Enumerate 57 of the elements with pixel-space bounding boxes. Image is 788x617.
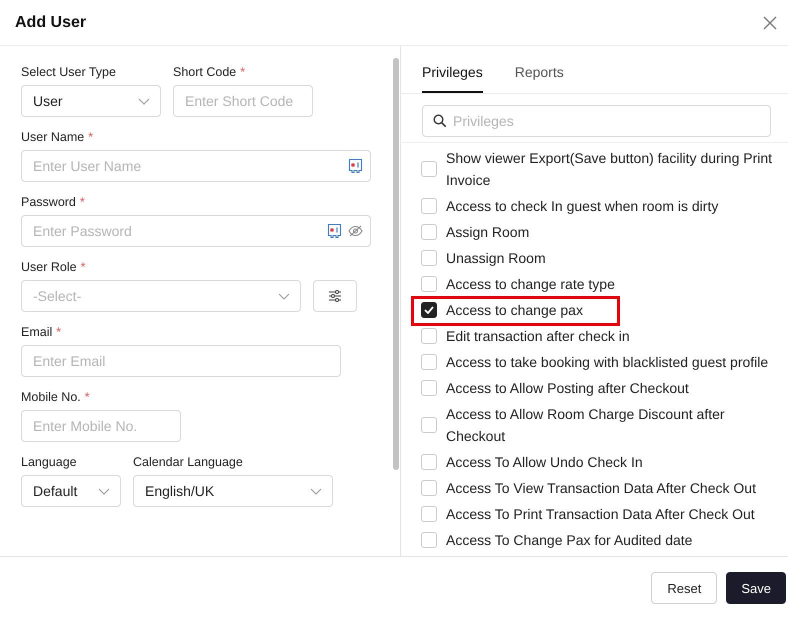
keyboard-icon[interactable]: [348, 158, 363, 174]
chevron-down-icon: [278, 292, 290, 300]
short-code-field[interactable]: Enter Short Code: [173, 85, 313, 117]
required-mark: *: [80, 195, 85, 209]
privilege-label: Assign Room: [446, 223, 530, 242]
field-label: Email: [21, 325, 52, 339]
sliders-icon: [328, 289, 342, 303]
checkbox[interactable]: [421, 302, 437, 318]
privilege-label: Access to take booking with blacklisted guest profile: [446, 353, 768, 372]
chevron-down-icon: [138, 98, 150, 104]
privilege-label: Access to change rate type: [446, 275, 615, 294]
field-label: Calendar Language: [133, 455, 243, 469]
field-label: Language: [21, 455, 77, 469]
privilege-label: Access To Print Transaction Data After Check Out: [446, 505, 755, 524]
scrollbar[interactable]: [392, 46, 401, 556]
privilege-label: Show viewer Export(Save button) facility during Print Invoice: [446, 149, 774, 190]
privilege-label: Access To Change Pax for Audited date: [446, 531, 692, 550]
privilege-label: Access to Allow Room Charge Discount after Checkout: [446, 405, 726, 446]
check-icon: [424, 306, 434, 314]
required-mark: *: [88, 130, 94, 144]
privilege-label: Access to change pax: [446, 301, 583, 320]
required-mark: *: [240, 65, 246, 79]
privilege-label: Unassign Room: [446, 249, 546, 268]
calendar-language-select[interactable]: English/UK: [133, 475, 333, 507]
email-field[interactable]: Enter Email: [21, 345, 341, 377]
field-label: User Role: [21, 260, 77, 274]
privilege-label: Access to Allow Posting after Checkout: [446, 379, 689, 398]
dialog-title: Add User: [15, 14, 86, 32]
mobile-field[interactable]: Enter Mobile No.: [21, 410, 181, 442]
user-name-field[interactable]: Enter User Name: [21, 150, 371, 182]
privilege-label: Access to check In guest when room is dirty: [446, 197, 718, 216]
save-button[interactable]: Save: [726, 572, 786, 604]
chevron-down-icon: [98, 488, 110, 494]
filter-button[interactable]: [313, 280, 357, 312]
search-icon: [433, 114, 447, 128]
field-label: User Name: [21, 130, 84, 144]
password-field[interactable]: Enter Password: [21, 215, 371, 247]
user-type-select[interactable]: User: [21, 85, 161, 117]
required-mark: *: [80, 260, 86, 274]
field-label: Password: [21, 195, 76, 209]
eye-off-icon[interactable]: [348, 225, 363, 237]
keyboard-icon[interactable]: [327, 223, 342, 239]
privilege-label: Access To View Transaction Data After Check Out: [446, 479, 756, 498]
required-mark: *: [84, 390, 90, 404]
tab[interactable]: Reports: [514, 46, 564, 93]
required-mark: *: [56, 325, 62, 339]
close-icon[interactable]: [763, 16, 777, 30]
privilege-label: Access To Allow Undo Check In: [446, 453, 643, 472]
search-field[interactable]: Privileges: [422, 105, 771, 137]
privilege-label: Edit transaction after check in: [446, 327, 630, 346]
field-label: Mobile No.: [21, 390, 81, 404]
tab[interactable]: Privileges: [422, 46, 483, 93]
language-select[interactable]: Default: [21, 475, 121, 507]
field-label: Short Code: [173, 65, 236, 79]
chevron-down-icon: [310, 488, 322, 494]
reset-button[interactable]: Reset: [651, 572, 718, 604]
field-label: Select User Type: [21, 65, 116, 79]
